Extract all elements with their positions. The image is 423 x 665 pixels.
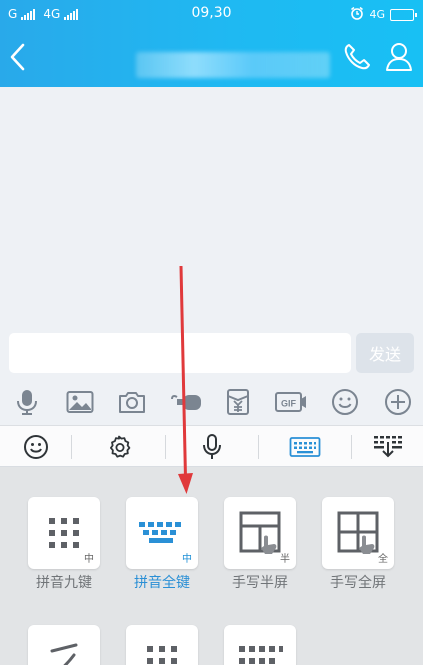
function-toolbar: GIF xyxy=(0,381,423,425)
mic-icon xyxy=(203,433,221,459)
message-input[interactable] xyxy=(9,333,351,373)
keyboard-option-grid-3[interactable] xyxy=(224,625,296,665)
keyboard-option-stroke[interactable] xyxy=(28,625,100,665)
person-icon xyxy=(386,43,412,71)
ime-emoji-button[interactable] xyxy=(0,426,71,467)
back-button[interactable] xyxy=(6,40,32,74)
ime-voice-button[interactable] xyxy=(166,426,258,467)
chat-screen: G 4G 09,30 4G 发送 GIF 中 拼音九键 中 拼音全键 半 手写半… xyxy=(0,0,423,665)
mic-icon[interactable] xyxy=(12,387,42,417)
image-icon[interactable] xyxy=(65,387,95,417)
red-packet-icon[interactable] xyxy=(169,387,203,417)
alarm-icon xyxy=(350,6,364,23)
status-bar: G 4G 09,30 4G xyxy=(0,0,423,30)
input-row: 发送 xyxy=(0,323,423,381)
message-list[interactable] xyxy=(0,87,423,323)
settings-icon xyxy=(109,435,130,458)
keyboard-option-handwrite-half[interactable]: 半 xyxy=(224,497,296,569)
stroke-icon xyxy=(50,643,78,665)
grid-keypad-icon xyxy=(239,646,283,664)
camera-icon[interactable] xyxy=(117,387,147,417)
battery-icon xyxy=(390,8,417,21)
keyboard-tag: 半 xyxy=(280,554,290,565)
emoji-icon[interactable] xyxy=(330,387,360,417)
header-bar: G 4G 09,30 4G xyxy=(0,0,423,87)
keyboard-label: 手写半屏 xyxy=(232,575,288,591)
keyboard-option-grid-2[interactable] xyxy=(126,625,198,665)
svg-text:GIF: GIF xyxy=(281,399,297,409)
collapse-keyboard-icon xyxy=(373,435,402,457)
network-label: 4G xyxy=(369,8,385,21)
contact-name-blur xyxy=(136,52,330,78)
keyboard-tag: 中 xyxy=(182,554,192,565)
phone-icon xyxy=(344,44,370,70)
ime-collapse-button[interactable] xyxy=(352,426,423,467)
keyboard-label: 手写全屏 xyxy=(330,575,386,591)
gif-icon[interactable]: GIF xyxy=(274,387,308,417)
keyboard-picker-panel: 中 拼音九键 中 拼音全键 半 手写半屏 全 手写全屏 xyxy=(0,467,423,665)
chevron-left-icon xyxy=(10,43,25,71)
keyboard-tag: 中 xyxy=(84,554,94,565)
send-button[interactable]: 发送 xyxy=(356,333,414,373)
ime-keyboard-button[interactable] xyxy=(259,426,351,467)
keyboard-tag: 全 xyxy=(378,554,388,565)
plus-icon[interactable] xyxy=(383,387,413,417)
status-right: 4G xyxy=(350,6,417,23)
contact-name xyxy=(136,52,330,78)
keyboard-option-pinyin-full[interactable]: 中 xyxy=(126,497,198,569)
keyboard-label: 拼音全键 xyxy=(134,575,190,591)
grid-keypad-icon xyxy=(147,646,177,664)
emoji-icon xyxy=(23,434,48,459)
ime-toolbar xyxy=(0,425,423,467)
ime-settings-button[interactable] xyxy=(72,426,165,467)
call-button[interactable] xyxy=(341,41,373,73)
keyboard-option-handwrite-full[interactable]: 全 xyxy=(322,497,394,569)
keyboard-option-pinyin-9key[interactable]: 中 xyxy=(28,497,100,569)
money-envelope-icon[interactable] xyxy=(223,387,253,417)
profile-button[interactable] xyxy=(384,41,414,73)
keyboard-label: 拼音九键 xyxy=(36,575,92,591)
keyboard-icon xyxy=(289,436,321,457)
